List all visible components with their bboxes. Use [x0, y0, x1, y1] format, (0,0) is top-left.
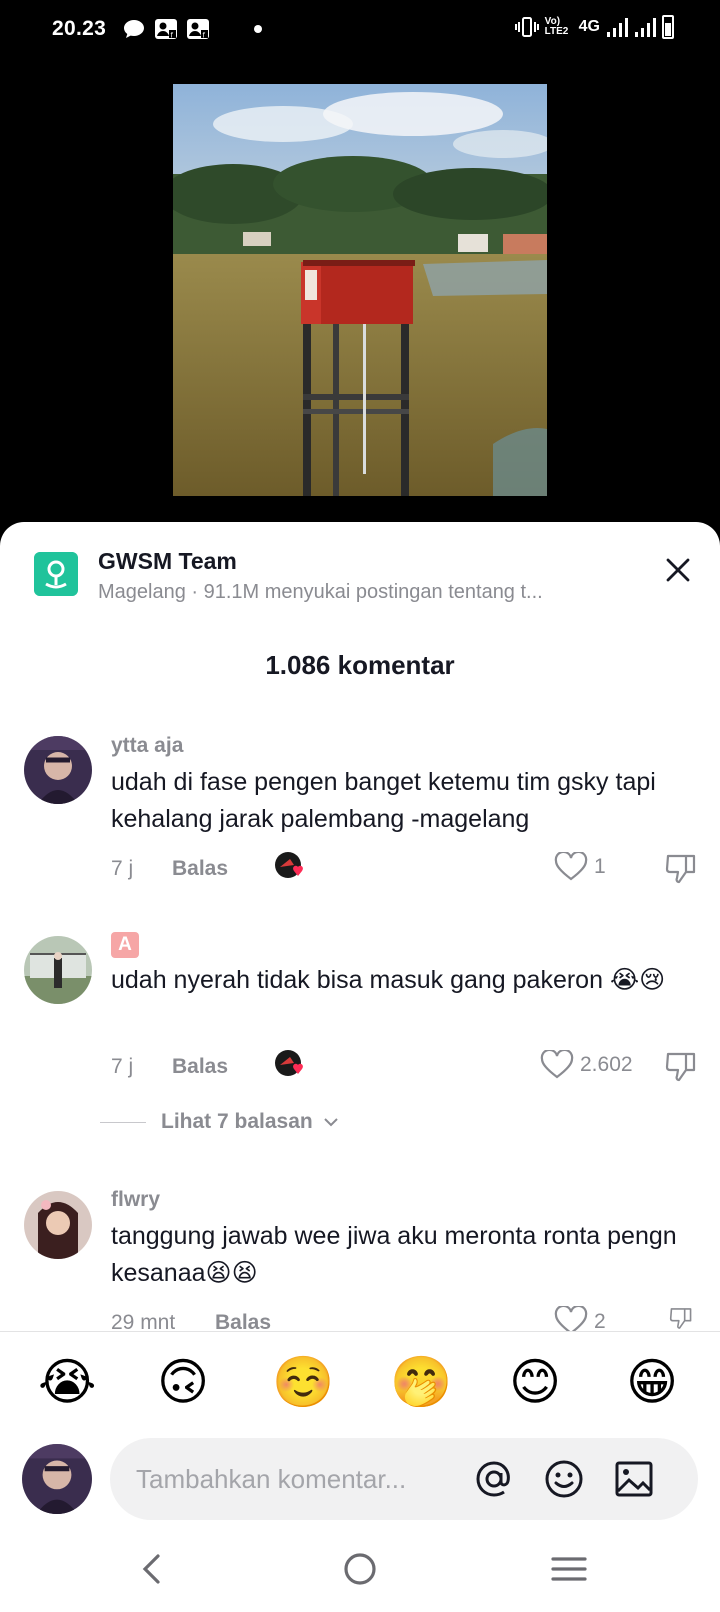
signal-icon — [607, 18, 628, 37]
comment-input[interactable] — [136, 1438, 466, 1520]
view-replies-button[interactable]: Lihat 7 balasan — [161, 1110, 339, 1134]
chat-bubble-icon — [124, 20, 144, 38]
comment-time: 7 j — [111, 857, 134, 880]
comment-input-container — [110, 1438, 698, 1520]
heart-icon — [540, 1050, 574, 1079]
facebook-profile-icon: f — [187, 19, 209, 40]
reply-button[interactable]: Balas — [172, 1055, 228, 1079]
username-badge: A — [111, 932, 139, 958]
dislike-icon[interactable] — [664, 1050, 698, 1084]
location-title[interactable]: GWSM Team — [98, 548, 237, 575]
battery-icon — [662, 15, 674, 39]
rice-field-scene-image — [173, 84, 547, 496]
emoji-picker-icon[interactable] — [542, 1457, 586, 1501]
like-button[interactable]: 1 — [554, 852, 606, 882]
like-count: 2.602 — [580, 1053, 633, 1076]
comment-text: udah nyerah tidak bisa masuk gang pakero… — [111, 966, 666, 994]
comment-username[interactable]: flwry — [111, 1188, 160, 1212]
heart-icon — [554, 852, 588, 881]
status-bar: 20.23 f f Vo) LTE2 4G — [0, 0, 720, 62]
emoji-hand-over-mouth-button[interactable]: 🤭 — [390, 1354, 452, 1410]
location-subtitle: Magelang · 91.1M menyukai postingan tent… — [98, 581, 543, 603]
video-thumbnail[interactable] — [173, 84, 547, 496]
view-replies-label: Lihat 7 balasan — [161, 1110, 313, 1133]
reply-button[interactable]: Balas — [215, 1311, 271, 1331]
home-icon[interactable] — [335, 1544, 385, 1594]
dislike-icon[interactable] — [664, 1306, 698, 1331]
signal-icon — [635, 18, 656, 37]
emoji-upside-down-button[interactable]: 🙃 — [155, 1354, 211, 1410]
like-count: 2 — [594, 1310, 606, 1331]
network-type: 4G — [578, 18, 600, 35]
close-icon[interactable] — [660, 552, 696, 588]
creator-liked-icon — [275, 1050, 303, 1076]
emoji-bar: 😭 🙃 ☺️ 🤭 😊 😁 — [0, 1354, 720, 1416]
comment-text: udah di fase pengen banget ketemu tim gs… — [111, 768, 656, 833]
facebook-profile-icon: f — [155, 19, 177, 40]
comment-username[interactable]: A — [111, 932, 139, 958]
reply-button[interactable]: Balas — [172, 857, 228, 881]
volte-indicator: Vo) LTE2 — [544, 16, 569, 37]
avatar[interactable] — [24, 936, 92, 1004]
avatar[interactable] — [24, 1191, 92, 1259]
status-time: 20.23 — [52, 17, 107, 40]
current-user-avatar[interactable] — [22, 1444, 92, 1514]
like-button[interactable]: 2 — [554, 1306, 606, 1331]
recent-apps-icon[interactable] — [544, 1544, 594, 1594]
more-notifications-dot-icon — [254, 25, 262, 33]
notification-icons: f f — [122, 17, 262, 41]
heart-icon — [554, 1306, 588, 1331]
dislike-icon[interactable] — [664, 852, 698, 886]
divider — [0, 1331, 720, 1332]
emoji-smiling-button[interactable]: 😊 — [507, 1354, 563, 1410]
like-count: 1 — [594, 855, 606, 878]
emoji-blushing-button[interactable]: ☺️ — [272, 1354, 334, 1410]
system-icons: Vo) LTE2 4G — [514, 15, 674, 39]
vibrate-icon — [514, 17, 539, 37]
comment-time: 29 mnt — [111, 1311, 176, 1331]
chevron-down-icon — [323, 1118, 338, 1127]
emoji-grinning-button[interactable]: 😁 — [624, 1354, 680, 1410]
comment-text: tanggung jawab wee jiwa aku meronta ront… — [111, 1222, 677, 1287]
creator-liked-icon — [275, 852, 303, 878]
comment-username[interactable]: ytta aja — [111, 734, 183, 758]
image-attach-icon[interactable] — [612, 1457, 656, 1501]
comment-time: 7 j — [111, 1055, 134, 1078]
location-pin-icon[interactable] — [34, 552, 78, 596]
comments-count: 1.086 komentar — [265, 650, 455, 680]
emoji-crying-button[interactable]: 😭 — [38, 1354, 96, 1410]
avatar[interactable] — [24, 736, 92, 804]
like-button[interactable]: 2.602 — [540, 1050, 633, 1080]
view-replies-divider — [100, 1122, 146, 1123]
mention-icon[interactable] — [472, 1457, 516, 1501]
back-icon[interactable] — [128, 1544, 178, 1594]
system-nav-bar — [0, 1530, 720, 1612]
